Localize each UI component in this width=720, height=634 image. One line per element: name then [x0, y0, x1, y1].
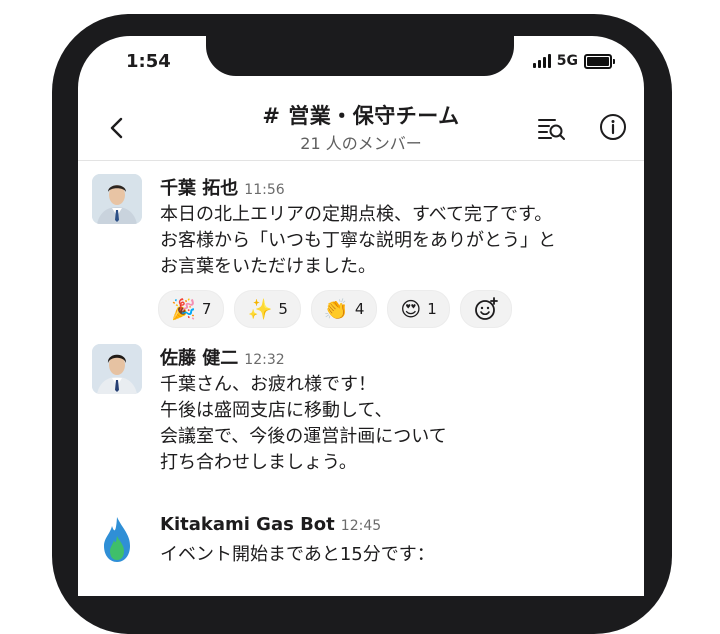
avatar[interactable]	[92, 344, 142, 394]
message-author[interactable]: Kitakami Gas Bot	[160, 514, 335, 535]
message-author[interactable]: 佐藤 健二	[160, 348, 238, 369]
heart-eyes-icon: 😍	[400, 297, 422, 321]
network-type: 5G	[556, 53, 578, 69]
reaction-sparkles[interactable]: ✨ 5	[234, 290, 301, 328]
gas-flame-icon	[104, 517, 130, 562]
party-popper-icon: 🎉	[171, 297, 196, 321]
message-text: イベント開始まであと15分です：	[160, 544, 435, 565]
chat-screen: 1:54 5G # 営業・保守チーム 21 人のメンバー 千葉 拓也 11:56…	[78, 36, 644, 596]
reaction-heart-eyes[interactable]: 😍 1	[387, 290, 450, 328]
search-threads-icon[interactable]	[536, 114, 566, 142]
message-time: 11:56	[244, 182, 285, 198]
message-text: 千葉さん、お疲れ様です！ 午後は盛岡支店に移動して、 会議室で、今後の運営計画に…	[160, 374, 447, 473]
signal-icon	[532, 54, 551, 68]
camera-notch	[206, 36, 514, 76]
bot-avatar[interactable]	[92, 514, 142, 564]
sparkles-icon: ✨	[247, 297, 273, 321]
status-time: 1:54	[126, 51, 171, 72]
reaction-bar: 🎉 7 ✨ 5 👏 4 😍 1	[158, 290, 512, 328]
add-reaction-button[interactable]	[459, 290, 512, 328]
message-author[interactable]: 千葉 拓也	[160, 178, 238, 199]
status-indicators: 5G	[532, 53, 615, 69]
message-text: 本日の北上エリアの定期点検、すべて完了です。 お客様から「いつも丁寧な説明をあり…	[160, 204, 556, 277]
add-reaction-icon	[474, 297, 498, 320]
channel-header: # 営業・保守チーム 21 人のメンバー	[78, 92, 644, 161]
message-time: 12:32	[244, 352, 285, 368]
reaction-party[interactable]: 🎉 7	[158, 290, 225, 328]
reaction-clap[interactable]: 👏 4	[310, 290, 378, 328]
clapping-hands-icon: 👏	[323, 297, 349, 321]
avatar[interactable]	[92, 174, 142, 224]
info-icon[interactable]	[598, 112, 628, 142]
battery-icon	[584, 53, 615, 69]
message-time: 12:45	[340, 518, 382, 534]
